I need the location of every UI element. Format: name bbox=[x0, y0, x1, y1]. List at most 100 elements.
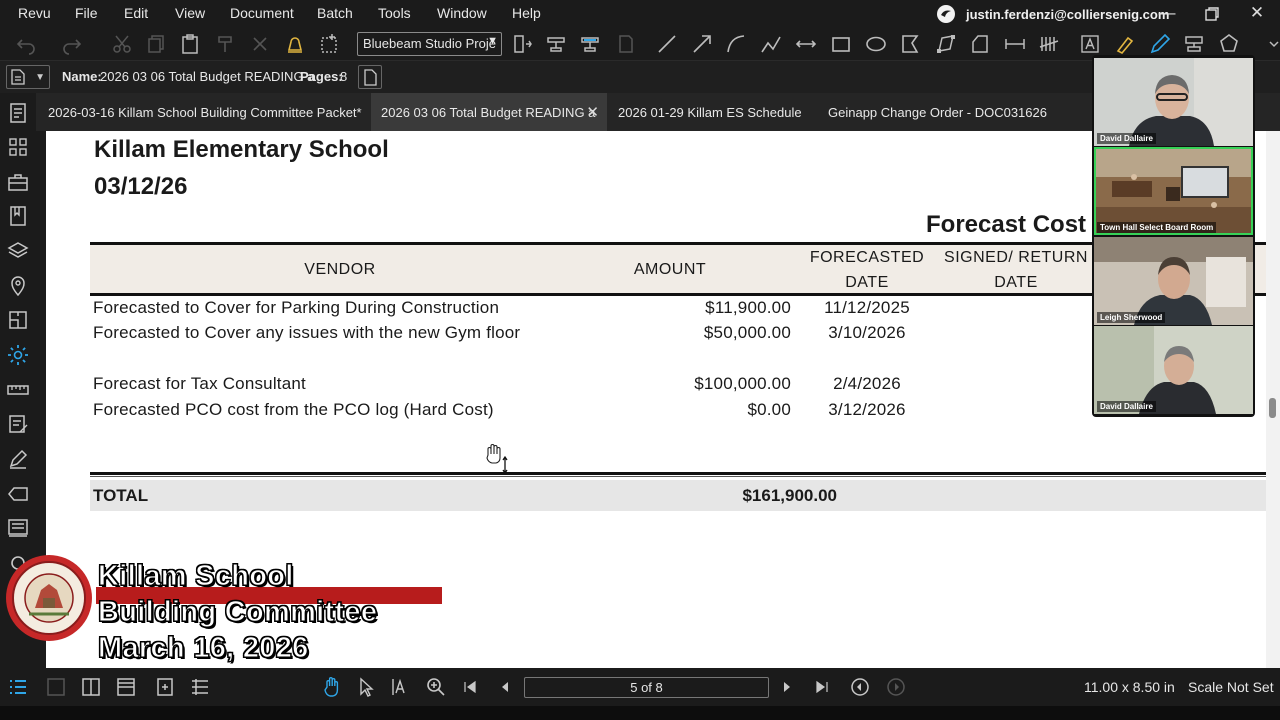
highlighter-icon[interactable] bbox=[1113, 32, 1137, 56]
dimension-tool-icon[interactable] bbox=[794, 32, 818, 56]
scale-readout[interactable]: Scale Not Set bbox=[1188, 679, 1274, 695]
pen-tool-icon[interactable] bbox=[1148, 32, 1172, 56]
table-row: Forecasted to Cover any issues with the … bbox=[46, 323, 1266, 349]
next-page-icon[interactable] bbox=[775, 675, 799, 699]
rectangle-tool-icon[interactable] bbox=[829, 32, 853, 56]
chevron-down-icon: ▼ bbox=[487, 35, 498, 47]
bookmarks-icon[interactable] bbox=[6, 204, 30, 228]
split-horizontal-icon[interactable] bbox=[114, 675, 138, 699]
insert-page-icon[interactable] bbox=[510, 32, 534, 56]
markups-list-icon[interactable] bbox=[6, 412, 30, 436]
tag-label-icon[interactable] bbox=[6, 482, 30, 506]
scrollbar-thumb[interactable] bbox=[1269, 398, 1276, 418]
select-text-tool-icon[interactable] bbox=[388, 675, 412, 699]
pan-hand-cursor-icon bbox=[486, 444, 508, 473]
menu-batch[interactable]: Batch bbox=[317, 5, 353, 21]
menu-help[interactable]: Help bbox=[512, 5, 541, 21]
document-menu-button[interactable]: ▼ bbox=[6, 65, 50, 89]
menu-file[interactable]: File bbox=[75, 5, 98, 21]
measurements-ruler-icon[interactable] bbox=[6, 378, 30, 402]
participant-tile[interactable]: David Dallaire bbox=[1094, 58, 1253, 146]
toolchest-icon[interactable] bbox=[6, 170, 30, 194]
arc-tool-icon[interactable] bbox=[724, 32, 748, 56]
total-amount: $161,900.00 bbox=[742, 486, 837, 505]
page-number-field[interactable]: 5 of 8 bbox=[524, 677, 769, 698]
file-name-value: 2026 03 06 Total Budget READING a bbox=[100, 69, 315, 84]
paste-icon[interactable] bbox=[178, 32, 202, 56]
copy-icon[interactable] bbox=[144, 32, 168, 56]
vertical-scrollbar[interactable] bbox=[1266, 131, 1280, 668]
cut-icon[interactable] bbox=[110, 32, 134, 56]
format-painter-icon[interactable] bbox=[214, 32, 238, 56]
tab-killam-schedule[interactable]: 2026 01-29 Killam ES Schedule bbox=[607, 93, 817, 131]
count-measure-icon[interactable] bbox=[1037, 32, 1061, 56]
location-pin-icon[interactable] bbox=[6, 274, 30, 298]
menu-window[interactable]: Window bbox=[437, 5, 487, 21]
layers-icon[interactable] bbox=[6, 239, 30, 263]
previous-view-icon[interactable] bbox=[848, 675, 872, 699]
polyline-tool-icon[interactable] bbox=[759, 32, 783, 56]
sets-icon[interactable] bbox=[6, 516, 30, 540]
profile-dropdown[interactable]: Bluebeam Studio Proje ▼ bbox=[357, 32, 502, 56]
callout-tool-icon[interactable] bbox=[898, 32, 922, 56]
arrow-tool-icon[interactable] bbox=[690, 32, 714, 56]
sync-view-icon[interactable] bbox=[153, 675, 177, 699]
pan-hand-tool-icon[interactable] bbox=[320, 675, 344, 699]
page-tool-icon[interactable] bbox=[614, 32, 638, 56]
participant-tile[interactable]: David Dallaire bbox=[1094, 326, 1253, 414]
document-properties-button[interactable] bbox=[358, 65, 382, 89]
first-page-icon[interactable] bbox=[458, 675, 482, 699]
select-area-icon[interactable] bbox=[318, 32, 342, 56]
participant-tile[interactable]: Leigh Sherwood bbox=[1094, 237, 1253, 325]
tab-geinapp-change-order[interactable]: Geinapp Change Order - DOC031626 bbox=[817, 93, 1092, 131]
menu-view[interactable]: View bbox=[175, 5, 205, 21]
next-view-icon[interactable] bbox=[884, 675, 908, 699]
close-window-icon[interactable]: ✕ bbox=[1245, 2, 1269, 26]
select-arrow-tool-icon[interactable] bbox=[354, 675, 378, 699]
town-of-reading-seal bbox=[6, 555, 92, 641]
account-area[interactable]: justin.ferdenzi@colliersenig.com bbox=[936, 4, 1169, 24]
spaces-icon[interactable] bbox=[6, 308, 30, 332]
undo-icon[interactable] bbox=[14, 32, 38, 56]
shapes-icon[interactable] bbox=[1217, 32, 1241, 56]
close-tab-icon[interactable]: ✕ bbox=[586, 103, 599, 121]
delete-icon[interactable] bbox=[248, 32, 272, 56]
toolbar-overflow-icon[interactable] bbox=[1262, 32, 1279, 56]
restore-icon[interactable] bbox=[1200, 2, 1224, 26]
minimize-icon[interactable]: — bbox=[1155, 2, 1179, 26]
area-measure-icon[interactable] bbox=[934, 32, 958, 56]
tab-total-budget[interactable]: 2026 03 06 Total Budget READING a ✕ bbox=[371, 93, 607, 131]
file-access-icon[interactable] bbox=[6, 101, 30, 125]
panel-list-icon[interactable] bbox=[6, 675, 30, 699]
stamp-tool-icon[interactable] bbox=[1182, 32, 1206, 56]
menu-edit[interactable]: Edit bbox=[124, 5, 148, 21]
menu-document[interactable]: Document bbox=[230, 5, 294, 21]
redo-icon[interactable] bbox=[60, 32, 84, 56]
properties-gear-icon[interactable] bbox=[6, 343, 30, 367]
previous-page-icon[interactable] bbox=[493, 675, 517, 699]
thumbnails-icon[interactable] bbox=[6, 135, 30, 159]
date-cell: 3/12/2026 bbox=[828, 400, 906, 419]
signatures-pen-icon[interactable] bbox=[6, 447, 30, 471]
table-header-rule bbox=[90, 293, 1266, 296]
tab-label: Geinapp Change Order - DOC031626 bbox=[828, 105, 1047, 120]
brand-title-line-2: Building Committee bbox=[97, 596, 378, 629]
tab-building-committee-packet[interactable]: 2026-03-16 Killam School Building Commit… bbox=[36, 93, 371, 131]
highlight-icon[interactable] bbox=[578, 32, 602, 56]
single-view-icon[interactable] bbox=[44, 675, 68, 699]
last-page-icon[interactable] bbox=[810, 675, 834, 699]
menu-revu[interactable]: Revu bbox=[18, 5, 51, 21]
stamp-icon[interactable] bbox=[544, 32, 568, 56]
line-tool-icon[interactable] bbox=[655, 32, 679, 56]
text-box-icon[interactable] bbox=[1078, 32, 1102, 56]
menu-tools[interactable]: Tools bbox=[378, 5, 411, 21]
length-measure-icon[interactable] bbox=[1003, 32, 1027, 56]
participant-tile-active-speaker[interactable]: Town Hall Select Board Room bbox=[1094, 147, 1253, 235]
participant-name: David Dallaire bbox=[1097, 133, 1156, 144]
cloud-tool-icon[interactable] bbox=[968, 32, 992, 56]
bell-icon[interactable] bbox=[283, 32, 307, 56]
split-vertical-icon[interactable] bbox=[79, 675, 103, 699]
zoom-icon[interactable] bbox=[424, 675, 448, 699]
compare-view-icon[interactable] bbox=[188, 675, 212, 699]
ellipse-tool-icon[interactable] bbox=[864, 32, 888, 56]
